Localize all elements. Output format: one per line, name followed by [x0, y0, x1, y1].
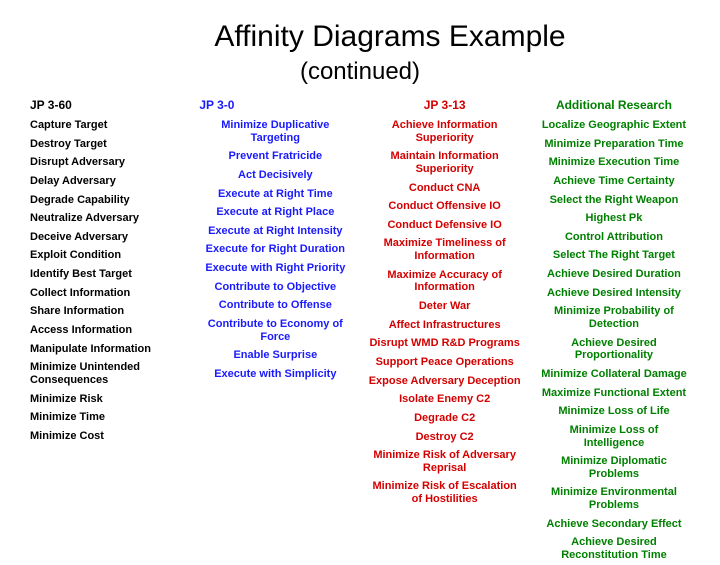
list-item: Execute for Right Duration: [197, 243, 353, 256]
list-item: Execute with Simplicity: [197, 368, 353, 381]
list-item: Affect Infrastructures: [367, 319, 523, 332]
list-item: Conduct CNA: [367, 182, 523, 195]
column-header: JP 3-13: [367, 98, 523, 112]
list-item: Minimize Time: [28, 411, 184, 424]
column-items: Achieve Information Superiority Maintain …: [367, 116, 523, 509]
list-item: Execute at Right Place: [197, 206, 353, 219]
slide-title: Affinity Diagrams Example: [20, 20, 700, 54]
list-item: Disrupt Adversary: [28, 156, 184, 169]
list-item: Minimize Loss of Life: [536, 405, 692, 418]
list-item: Achieve Information Superiority: [367, 119, 523, 144]
list-item: Minimize Unintended Consequences: [28, 361, 184, 386]
list-item: Share Information: [28, 305, 184, 318]
list-item: Contribute to Objective: [197, 281, 353, 294]
affinity-column: JP 3-13 Achieve Information Superiority Ma…: [367, 98, 523, 565]
list-item: Execute at Right Time: [197, 188, 353, 201]
list-item: Act Decisively: [197, 169, 353, 182]
list-item: Minimize Preparation Time: [536, 138, 692, 151]
list-item: Execute with Right Priority: [197, 262, 353, 275]
affinity-column: Additional Research Localize Geographic E…: [536, 98, 692, 565]
list-item: Deter War: [367, 300, 523, 313]
column-header: JP 3-60: [28, 98, 184, 112]
list-item: Capture Target: [28, 119, 184, 132]
list-item: Minimize Risk of Escalation of Hostiliti…: [367, 480, 523, 505]
list-item: Support Peace Operations: [367, 356, 523, 369]
list-item: Minimize Cost: [28, 430, 184, 443]
list-item: Destroy Target: [28, 138, 184, 151]
list-item: Disrupt WMD R&D Programs: [367, 337, 523, 350]
column-header: Additional Research: [536, 98, 692, 112]
list-item: Achieve Desired Intensity: [536, 287, 692, 300]
list-item: Minimize Execution Time: [536, 156, 692, 169]
list-item: Enable Surprise: [197, 349, 353, 362]
list-item: Neutralize Adversary: [28, 212, 184, 225]
list-item: Minimize Diplomatic Problems: [536, 455, 692, 480]
column-items: Minimize Duplicative Targeting Prevent Fr…: [197, 116, 353, 384]
list-item: Access Information: [28, 324, 184, 337]
list-item: Localize Geographic Extent: [536, 119, 692, 132]
list-item: Highest Pk: [536, 212, 692, 225]
list-item: Conduct Defensive IO: [367, 219, 523, 232]
list-item: Identify Best Target: [28, 268, 184, 281]
list-item: Maximize Accuracy of Information: [367, 269, 523, 294]
list-item: Conduct Offensive IO: [367, 200, 523, 213]
list-item: Contribute to Offense: [197, 299, 353, 312]
list-item: Isolate Enemy C2: [367, 393, 523, 406]
affinity-column: JP 3-60 Capture Target Destroy Target Disru…: [28, 98, 184, 565]
list-item: Degrade C2: [367, 412, 523, 425]
list-item: Minimize Risk of Adversary Reprisal: [367, 449, 523, 474]
list-item: Prevent Fratricide: [197, 150, 353, 163]
slide-subtitle: (continued): [20, 58, 700, 86]
list-item: Collect Information: [28, 287, 184, 300]
list-item: Minimize Probability of Detection: [536, 305, 692, 330]
list-item: Manipulate Information: [28, 343, 184, 356]
list-item: Control Attribution: [536, 231, 692, 244]
list-item: Achieve Desired Proportionality: [536, 337, 692, 362]
list-item: Minimize Collateral Damage: [536, 368, 692, 381]
column-items: Localize Geographic Extent Minimize Prepa…: [536, 116, 692, 565]
list-item: Maintain Information Superiority: [367, 150, 523, 175]
slide: Affinity Diagrams Example (continued) JP…: [0, 0, 720, 540]
list-item: Minimize Duplicative Targeting: [197, 119, 353, 144]
list-item: Minimize Loss of Intelligence: [536, 424, 692, 449]
list-item: Execute at Right Intensity: [197, 225, 353, 238]
list-item: Achieve Desired Reconstitution Time: [536, 536, 692, 561]
list-item: Achieve Desired Duration: [536, 268, 692, 281]
list-item: Destroy C2: [367, 431, 523, 444]
list-item: Minimize Risk: [28, 393, 184, 406]
list-item: Achieve Secondary Effect: [536, 518, 692, 531]
column-items: Capture Target Destroy Target Disrupt Adve…: [28, 116, 184, 446]
list-item: Select the Right Weapon: [536, 194, 692, 207]
list-item: Expose Adversary Deception: [367, 375, 523, 388]
affinity-columns: JP 3-60 Capture Target Destroy Target Disru…: [20, 98, 700, 565]
list-item: Exploit Condition: [28, 249, 184, 262]
list-item: Degrade Capability: [28, 194, 184, 207]
list-item: Achieve Time Certainty: [536, 175, 692, 188]
list-item: Minimize Environmental Problems: [536, 486, 692, 511]
list-item: Contribute to Economy of Force: [197, 318, 353, 343]
affinity-column: JP 3-0 Minimize Duplicative Targeting Prev…: [197, 98, 353, 565]
column-header: JP 3-0: [197, 98, 353, 112]
list-item: Maximize Functional Extent: [536, 387, 692, 400]
list-item: Select The Right Target: [536, 249, 692, 262]
list-item: Delay Adversary: [28, 175, 184, 188]
list-item: Maximize Timeliness of Information: [367, 237, 523, 262]
list-item: Deceive Adversary: [28, 231, 184, 244]
